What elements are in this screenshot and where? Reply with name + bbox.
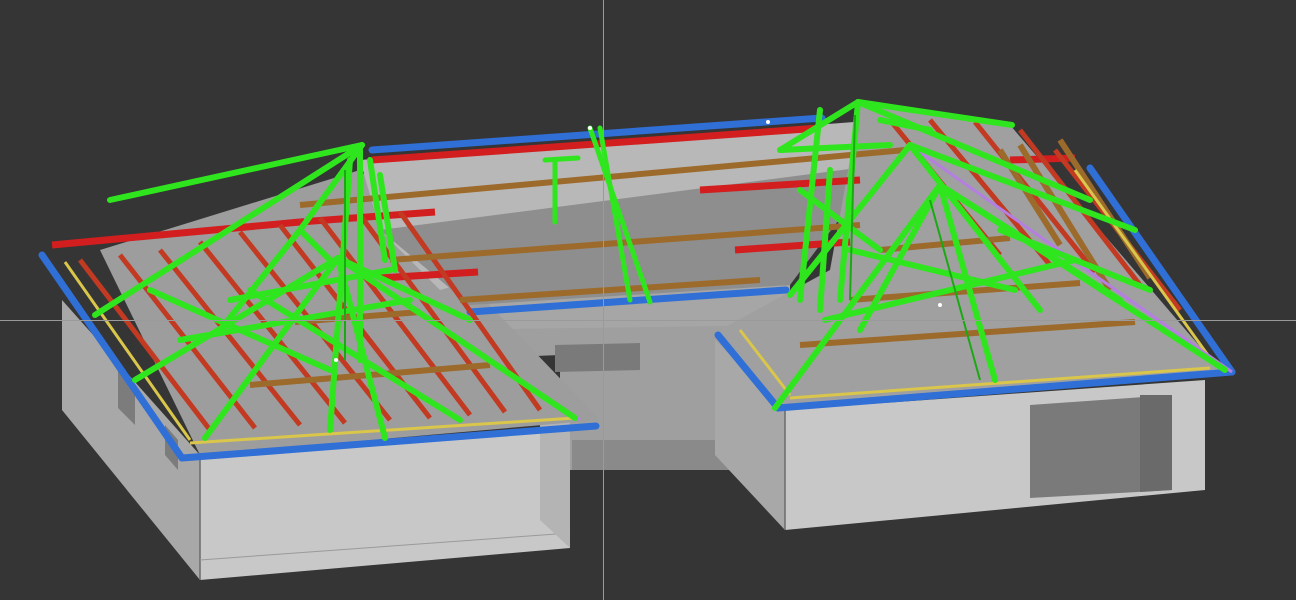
3d-viewport[interactable]	[0, 0, 1296, 600]
crosshair-horizontal	[0, 320, 1296, 321]
central-recess	[572, 440, 740, 470]
central-opening	[555, 343, 640, 372]
roof-truss-model[interactable]	[0, 0, 1296, 600]
crosshair-vertical	[603, 0, 604, 600]
garage-inner	[1140, 395, 1172, 492]
